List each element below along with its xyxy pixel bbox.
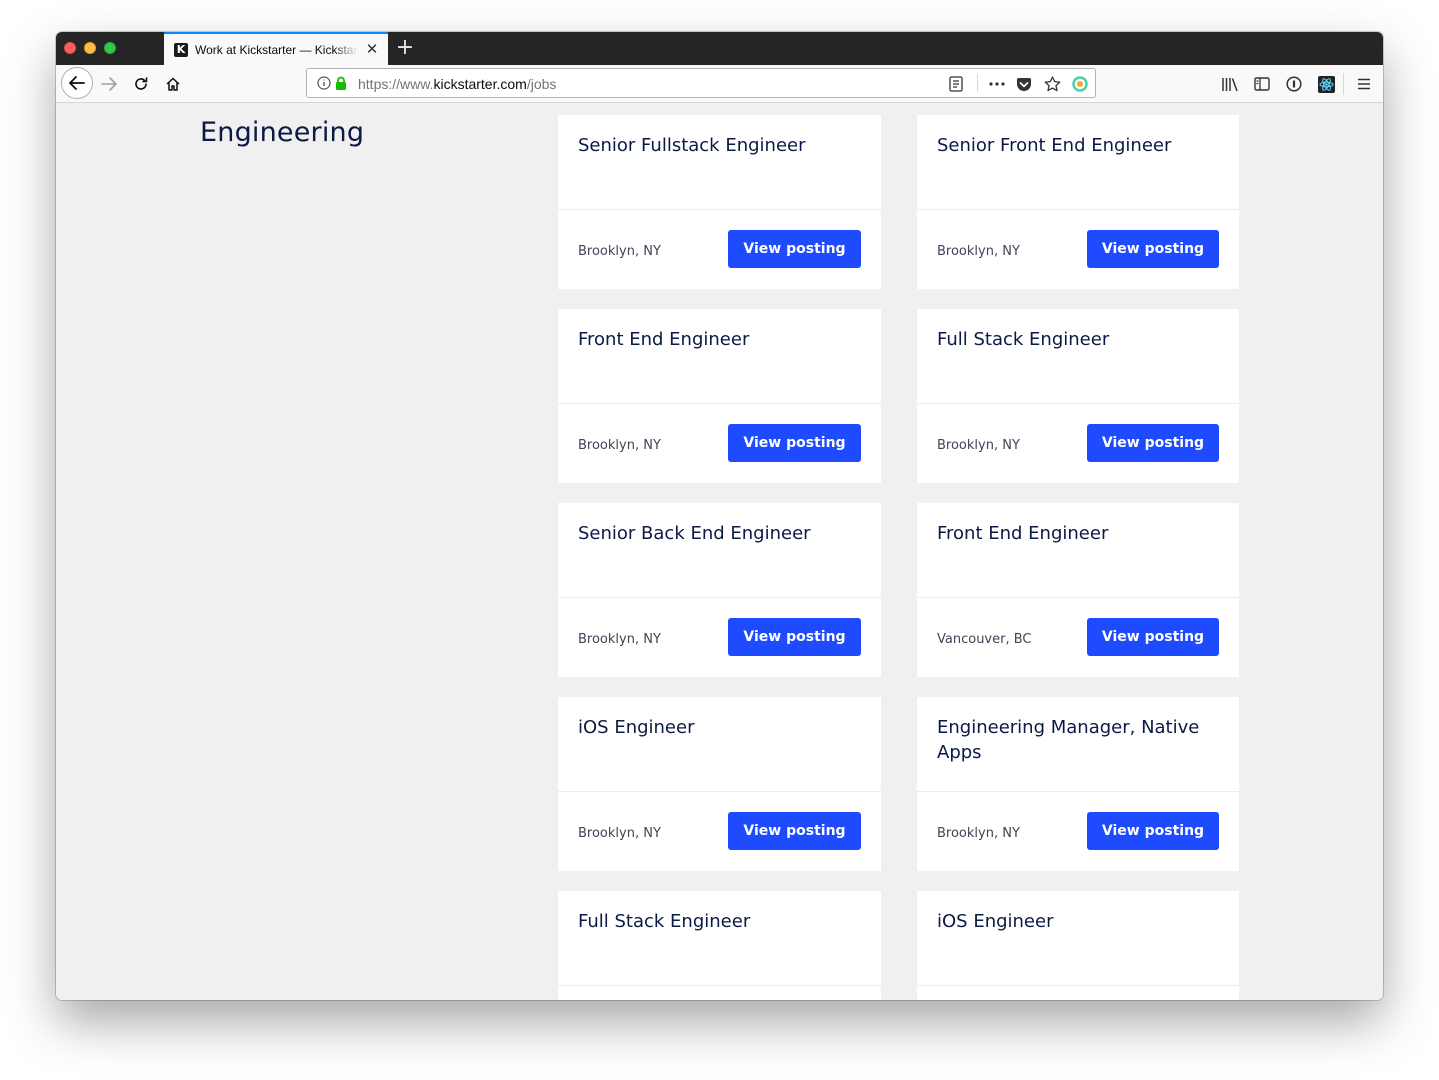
password-manager-icon[interactable] bbox=[1284, 75, 1304, 93]
window-minimize-button[interactable] bbox=[84, 42, 96, 54]
job-card: Senior Fullstack Engineer Brooklyn, NY V… bbox=[558, 115, 881, 289]
reader-view-icon[interactable] bbox=[947, 75, 965, 93]
job-title: iOS Engineer bbox=[578, 717, 695, 738]
url-host: kickstarter.com bbox=[433, 76, 527, 92]
forward-button[interactable] bbox=[94, 69, 124, 99]
view-posting-button[interactable]: View posting bbox=[1087, 812, 1219, 850]
job-location: Brooklyn, NY bbox=[578, 438, 661, 453]
reload-button[interactable] bbox=[126, 69, 156, 99]
react-devtools-icon[interactable] bbox=[1316, 74, 1336, 94]
url-scheme: https://www. bbox=[358, 76, 434, 92]
job-card: Engineering Manager, Native Apps Brookly… bbox=[917, 697, 1239, 871]
window-maximize-button[interactable] bbox=[104, 42, 116, 54]
toolbar-separator bbox=[1343, 73, 1344, 95]
job-title: Full Stack Engineer bbox=[937, 329, 1110, 350]
tab-active[interactable]: K Work at Kickstarter — Kickstarter ✕ bbox=[164, 32, 388, 65]
page-actions-icon[interactable] bbox=[987, 75, 1007, 93]
section-title: Engineering bbox=[200, 117, 365, 148]
secure-lock-icon[interactable] bbox=[334, 75, 348, 91]
job-card: Front End Engineer Vancouver, BC View po… bbox=[917, 503, 1239, 677]
job-card: Senior Front End Engineer Brooklyn, NY V… bbox=[917, 115, 1239, 289]
view-posting-button[interactable]: View posting bbox=[1087, 230, 1219, 268]
job-location: Brooklyn, NY bbox=[578, 244, 661, 259]
tab-bar: K Work at Kickstarter — Kickstarter ✕ + bbox=[56, 32, 1383, 65]
job-title: Front End Engineer bbox=[937, 523, 1109, 544]
job-title: iOS Engineer bbox=[937, 911, 1054, 932]
job-card: Senior Back End Engineer Brooklyn, NY Vi… bbox=[558, 503, 881, 677]
reload-icon bbox=[135, 77, 148, 90]
view-posting-button[interactable]: View posting bbox=[728, 812, 861, 850]
tab-title: Work at Kickstarter — Kickstarter bbox=[195, 43, 358, 57]
browser-window: K Work at Kickstarter — Kickstarter ✕ + bbox=[56, 32, 1383, 1000]
view-posting-button[interactable]: View posting bbox=[728, 230, 861, 268]
hamburger-menu-icon[interactable] bbox=[1354, 75, 1374, 93]
pocket-icon[interactable] bbox=[1015, 75, 1033, 93]
job-location: Brooklyn, NY bbox=[937, 438, 1020, 453]
back-arrow-icon bbox=[69, 76, 85, 90]
sidebar-toggle-icon[interactable] bbox=[1252, 75, 1272, 93]
url-bar-separator bbox=[977, 74, 978, 92]
job-card: Full Stack Engineer Brooklyn, NY View po… bbox=[917, 309, 1239, 483]
url-bar[interactable]: https://www.kickstarter.com/jobs bbox=[306, 68, 1096, 98]
kickstarter-favicon-icon: K bbox=[174, 43, 188, 57]
job-location: Brooklyn, NY bbox=[578, 632, 661, 647]
home-icon bbox=[166, 77, 180, 91]
view-posting-button[interactable]: View posting bbox=[1087, 618, 1219, 656]
window-close-button[interactable] bbox=[64, 42, 76, 54]
view-posting-button[interactable]: View posting bbox=[728, 618, 861, 656]
back-button[interactable] bbox=[61, 67, 93, 99]
bookmark-star-icon[interactable] bbox=[1043, 75, 1061, 93]
job-card: iOS Engineer Brooklyn, NY View posting bbox=[558, 697, 881, 871]
tab-close-icon[interactable]: ✕ bbox=[364, 40, 380, 58]
extension-color-icon[interactable] bbox=[1071, 75, 1089, 93]
job-card: iOS Engineer bbox=[917, 891, 1239, 1000]
job-location: Brooklyn, NY bbox=[937, 244, 1020, 259]
job-card: Full Stack Engineer bbox=[558, 891, 881, 1000]
job-location: Brooklyn, NY bbox=[937, 826, 1020, 841]
job-location: Vancouver, BC bbox=[937, 632, 1032, 647]
job-title: Front End Engineer bbox=[578, 329, 750, 350]
url-path: /jobs bbox=[526, 76, 557, 92]
view-posting-button[interactable]: View posting bbox=[728, 424, 861, 462]
job-grid: Senior Fullstack Engineer Brooklyn, NY V… bbox=[558, 115, 1239, 1000]
job-title: Senior Fullstack Engineer bbox=[578, 135, 806, 156]
forward-arrow-icon bbox=[101, 77, 117, 91]
job-location: Brooklyn, NY bbox=[578, 826, 661, 841]
job-title: Senior Front End Engineer bbox=[937, 135, 1172, 156]
info-icon[interactable] bbox=[316, 75, 332, 91]
page-content: Engineering Senior Fullstack Engineer Br… bbox=[56, 103, 1383, 1000]
home-button[interactable] bbox=[158, 69, 188, 99]
job-title: Senior Back End Engineer bbox=[578, 523, 811, 544]
navigation-toolbar: https://www.kickstarter.com/jobs bbox=[56, 65, 1383, 103]
view-posting-button[interactable]: View posting bbox=[1087, 424, 1219, 462]
new-tab-button[interactable]: + bbox=[394, 36, 416, 60]
job-title: Engineering Manager, Native Apps bbox=[937, 717, 1200, 763]
url-text[interactable]: https://www.kickstarter.com/jobs bbox=[358, 76, 556, 92]
library-icon[interactable] bbox=[1220, 75, 1240, 93]
job-title: Full Stack Engineer bbox=[578, 911, 751, 932]
job-card: Front End Engineer Brooklyn, NY View pos… bbox=[558, 309, 881, 483]
